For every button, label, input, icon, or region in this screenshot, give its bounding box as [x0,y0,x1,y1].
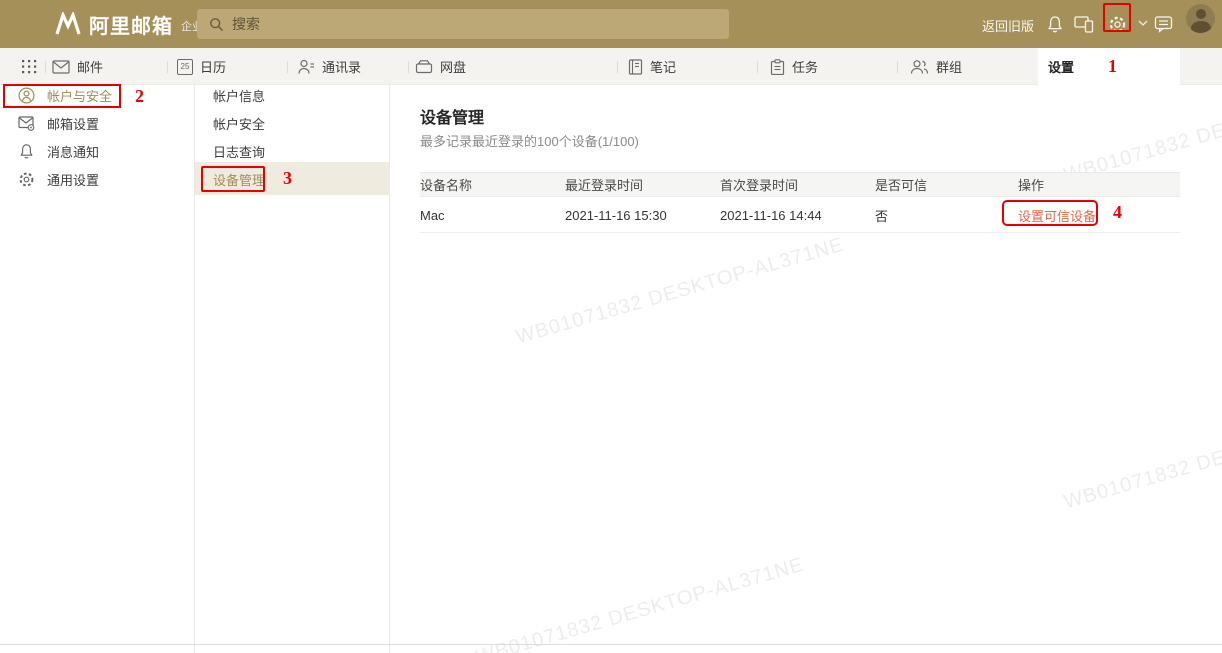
nav-separator [757,61,758,73]
user-avatar[interactable] [1186,4,1215,33]
groups-icon [910,59,929,75]
annotation-step-3: 3 [283,168,292,189]
col-actions: 操作 [1000,175,1180,194]
tab-label: 设置 [1048,57,1074,76]
tab-contacts[interactable]: 通讯录 [297,48,361,85]
mail-settings-icon [18,116,35,131]
col-trusted: 是否可信 [875,175,1000,194]
tab-label: 通讯录 [322,57,361,76]
sidebar-item-label: 消息通知 [47,142,99,161]
tasks-icon [770,59,785,75]
search-icon [209,17,224,32]
annotation-box-1-gear [1103,3,1131,32]
annotation-step-2: 2 [135,86,144,107]
back-to-old-version-link[interactable]: 返回旧版 [982,16,1034,35]
nav-separator [287,61,288,73]
nav-separator [617,61,618,73]
sidebar-item-mail-settings[interactable]: 邮箱设置 [0,113,194,133]
mail-icon [52,60,70,74]
cell-trusted: 否 [875,206,1000,225]
brand-m-icon [55,12,81,36]
annotation-box-3-device-management [201,166,265,192]
subnav-item-account-info[interactable]: 帐户信息 [195,85,389,105]
col-last-login: 最近登录时间 [565,175,720,194]
annotation-step-4: 4 [1113,202,1122,223]
watermark: WB01071832 DESKTOP-AL371NE [473,554,806,653]
contacts-icon [297,59,315,75]
drive-icon [415,59,433,74]
subnav-item-label: 日志查询 [213,142,265,161]
multi-device-icon[interactable] [1074,15,1094,33]
brand-name: 阿里邮箱 [89,10,173,39]
calendar-icon: 25 [177,59,193,75]
tab-label: 笔记 [650,57,676,76]
sidebar-item-label: 通用设置 [47,170,99,189]
tab-label: 日历 [200,57,226,76]
settings-sidebar: 帐户与安全 邮箱设置 消息通知 通用设置 [0,85,195,653]
cell-first-login: 2021-11-16 14:44 [720,208,875,223]
tab-tasks[interactable]: 任务 [770,48,818,85]
col-device-name: 设备名称 [420,175,565,194]
sidebar-item-label: 邮箱设置 [47,114,99,133]
cell-device-name: Mac [420,208,565,223]
subnav-item-account-security[interactable]: 帐户安全 [195,113,389,133]
general-settings-icon [18,171,35,188]
subnav-item-label: 帐户信息 [213,86,265,105]
annotation-box-4-set-trusted [1002,200,1098,226]
nav-separator [167,61,168,73]
app-window: WB01071832 DESKTOP-AL371NE WB01071832 DE… [0,0,1222,653]
col-first-login: 首次登录时间 [720,175,875,194]
subnav-item-label: 帐户安全 [213,114,265,133]
feedback-chat-icon[interactable] [1154,15,1173,33]
nav-separator [897,61,898,73]
page-title: 设备管理 [420,104,484,128]
annotation-box-2-account-security [3,84,121,108]
chevron-down-icon[interactable] [1138,20,1148,27]
topbar: 阿里邮箱 企业版 搜索 返回旧版 [0,0,1222,48]
tab-label: 任务 [792,57,818,76]
tab-groups[interactable]: 群组 [910,48,962,85]
sidebar-item-general-settings[interactable]: 通用设置 [0,169,194,189]
app-navbar: 邮件 25 日历 通讯录 网盘 [0,48,1222,85]
brand-logo[interactable]: 阿里邮箱 企业版 [55,0,214,48]
notification-bell-icon[interactable] [1046,15,1064,34]
tab-drive[interactable]: 网盘 [415,48,466,85]
notifications-icon [18,143,35,160]
page-subtitle: 最多记录最近登录的100个设备(1/100) [420,131,639,150]
notes-icon [628,59,643,75]
nav-separator [45,61,46,73]
annotation-step-1: 1 [1108,56,1117,77]
cell-last-login: 2021-11-16 15:30 [565,208,720,223]
tab-settings[interactable]: 设置 [1048,48,1074,85]
tab-label: 网盘 [440,57,466,76]
sidebar-item-notifications[interactable]: 消息通知 [0,141,194,161]
subnav-item-log-query[interactable]: 日志查询 [195,141,389,161]
nav-separator [408,61,409,73]
tab-notes[interactable]: 笔记 [628,48,676,85]
tab-label: 群组 [936,57,962,76]
watermark: WB01071832 DESKTOP-AL371NE [1061,72,1222,188]
tab-calendar[interactable]: 25 日历 [177,48,226,85]
avatar-silhouette [1196,9,1206,19]
app-grid-icon[interactable] [22,60,37,74]
tab-mail[interactable]: 邮件 [52,48,103,85]
tab-label: 邮件 [77,57,103,76]
watermark: WB01071832 DESKTOP-AL371NE [513,234,846,350]
device-table-header: 设备名称 最近登录时间 首次登录时间 是否可信 操作 [420,172,1180,197]
bottom-divider [0,644,1222,645]
watermark: WB01071832 DESKTOP-AL371NE [1061,399,1222,515]
search-input[interactable]: 搜索 [197,9,729,39]
search-placeholder: 搜索 [232,14,260,34]
